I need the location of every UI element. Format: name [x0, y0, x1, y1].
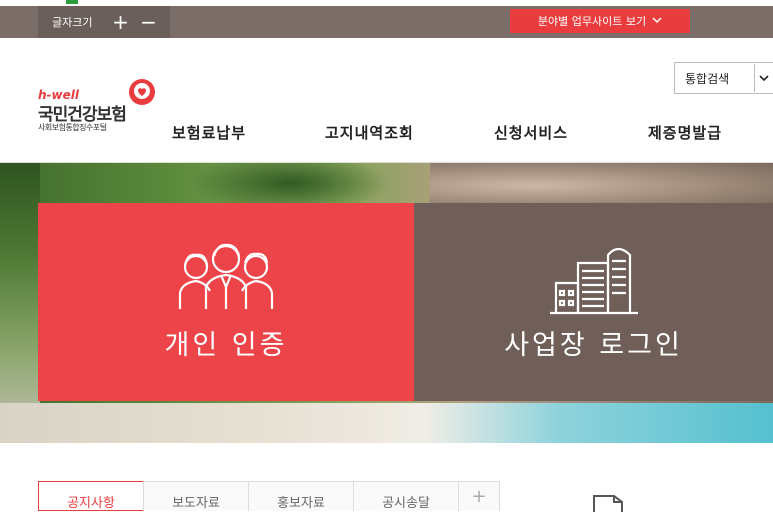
business-login-label: 사업장 로그인	[504, 330, 683, 361]
logo-subtitle: 사회보험통합징수포털	[38, 123, 107, 132]
more-button[interactable]: +	[458, 481, 500, 511]
document-icon	[593, 495, 623, 512]
board-tabs: 공지사항 보도자료 홍보자료 공시송달 +	[38, 481, 500, 511]
personal-auth-label: 개인 인증	[164, 330, 288, 361]
site-header: h-well 국민건강보험 사회보험통합징수포털 통합검색 보험료납부 고지내역…	[0, 38, 773, 163]
logo[interactable]: h-well 국민건강보험 사회보험통합징수포털	[38, 78, 163, 138]
nav-item-premium-payment[interactable]: 보험료납부	[172, 122, 246, 143]
site-menu-button[interactable]: 분야별 업무사이트 보기	[510, 9, 690, 33]
tab-promotion[interactable]: 홍보자료	[248, 481, 354, 511]
heart-icon	[129, 79, 155, 105]
search-type-value: 통합검색	[685, 71, 730, 86]
top-accent	[66, 0, 78, 4]
tab-notices[interactable]: 공지사항	[38, 481, 144, 511]
font-decrease-button[interactable]: −	[134, 6, 162, 38]
tab-press[interactable]: 보도자료	[143, 481, 249, 511]
font-size-label: 글자크기	[52, 16, 93, 29]
site-menu-label: 분야별 업무사이트 보기	[537, 15, 647, 28]
tab-public-notice[interactable]: 공시송달	[353, 481, 459, 511]
hero-bg-vegetation	[0, 163, 40, 443]
people-icon	[178, 243, 274, 309]
hero-bg-rocks	[430, 163, 773, 208]
nav-item-application-service[interactable]: 신청서비스	[494, 122, 568, 143]
font-size-control: 글자크기 + −	[38, 6, 170, 38]
chevron-down-icon	[754, 64, 773, 92]
utility-bar: 글자크기 + − 분야별 업무사이트 보기	[0, 6, 773, 38]
chevron-down-icon	[652, 16, 662, 27]
building-icon	[549, 247, 638, 315]
personal-auth-card[interactable]: 개인 인증	[38, 203, 414, 401]
hero-bg-beach	[0, 403, 773, 443]
font-increase-button[interactable]: +	[106, 6, 134, 38]
search-type-select[interactable]: 통합검색	[674, 62, 773, 94]
nav-item-certificate[interactable]: 제증명발급	[648, 122, 722, 143]
business-login-card[interactable]: 사업장 로그인	[414, 203, 773, 401]
nav-item-notice-inquiry[interactable]: 고지내역조회	[325, 122, 414, 143]
